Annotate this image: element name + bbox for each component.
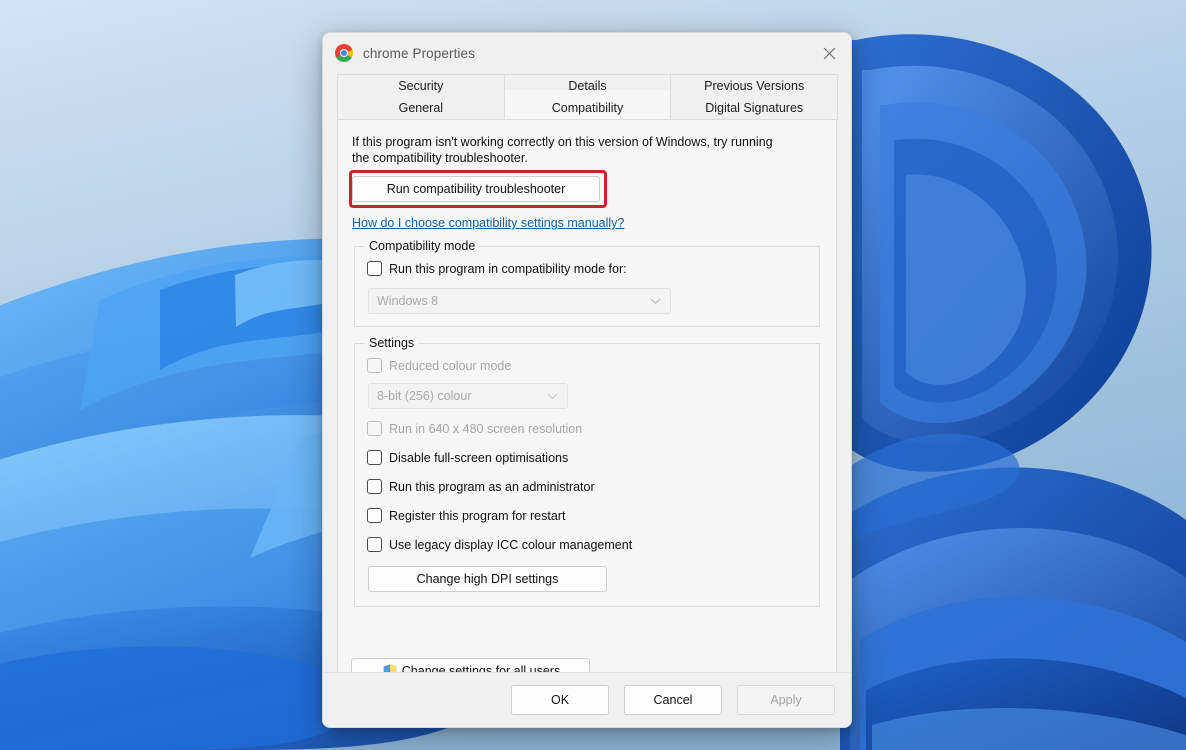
compatibility-mode-legend: Compatibility mode	[364, 239, 481, 253]
chrome-properties-dialog: chrome Properties Security Details Previ…	[322, 32, 852, 728]
run-640x480-checkbox	[367, 421, 382, 436]
dialog-title: chrome Properties	[363, 45, 475, 61]
run-as-admin-label: Run this program as an administrator	[389, 479, 595, 494]
chrome-icon	[335, 44, 353, 62]
chevron-down-icon	[547, 389, 558, 403]
desktop-background: chrome Properties Security Details Previ…	[0, 0, 1186, 750]
tab-digital-signatures[interactable]: Digital Signatures	[670, 97, 839, 120]
change-high-dpi-settings-button[interactable]: Change high DPI settings	[368, 566, 607, 592]
close-icon[interactable]	[807, 33, 851, 73]
compatibility-tab-panel: If this program isn't working correctly …	[337, 120, 837, 680]
register-for-restart-checkbox[interactable]	[367, 508, 382, 523]
intro-text: If this program isn't working correctly …	[352, 135, 773, 165]
legacy-icc-row[interactable]: Use legacy display ICC colour management	[367, 537, 807, 552]
run-640x480-row: Run in 640 x 480 screen resolution	[367, 421, 807, 436]
tab-security[interactable]: Security	[337, 74, 505, 97]
dialog-footer: OK Cancel Apply	[323, 672, 851, 727]
compat-mode-select-value: Windows 8	[377, 294, 439, 308]
cancel-button[interactable]: Cancel	[624, 685, 722, 715]
colour-depth-select: 8-bit (256) colour	[368, 383, 568, 409]
compat-mode-select-row: Windows 8	[367, 288, 807, 314]
register-for-restart-row[interactable]: Register this program for restart	[367, 508, 807, 523]
tab-compatibility[interactable]: Compatibility	[503, 90, 672, 120]
disable-fullscreen-row[interactable]: Disable full-screen optimisations	[367, 450, 807, 465]
compat-mode-checkbox[interactable]	[367, 261, 382, 276]
tab-previous-versions[interactable]: Previous Versions	[670, 74, 839, 97]
tab-general[interactable]: General	[337, 97, 505, 120]
run-640x480-label: Run in 640 x 480 screen resolution	[389, 421, 583, 436]
reduced-colour-mode-checkbox	[367, 358, 382, 373]
troubleshooter-row: Run compatibility troubleshooter	[349, 170, 824, 208]
tab-strip: Security Details Previous Versions Gener…	[337, 74, 839, 120]
reduced-colour-mode-label: Reduced colour mode	[389, 358, 512, 373]
chevron-down-icon	[650, 294, 661, 308]
reduced-colour-mode-row: Reduced colour mode	[367, 358, 807, 373]
tab-row-2: General Compatibility Digital Signatures	[337, 90, 839, 120]
apply-button: Apply	[737, 685, 835, 715]
ok-button[interactable]: OK	[511, 685, 609, 715]
colour-depth-select-value: 8-bit (256) colour	[377, 389, 472, 403]
compatibility-mode-group: Compatibility mode Run this program in c…	[354, 239, 820, 327]
run-as-admin-checkbox[interactable]	[367, 479, 382, 494]
settings-group: Settings Reduced colour mode 8-bit (256)…	[354, 336, 820, 607]
run-as-admin-row[interactable]: Run this program as an administrator	[367, 479, 807, 494]
compatibility-help-link[interactable]: How do I choose compatibility settings m…	[352, 216, 624, 230]
compat-mode-checkbox-row[interactable]: Run this program in compatibility mode f…	[367, 261, 807, 276]
compat-mode-select[interactable]: Windows 8	[368, 288, 671, 314]
run-compatibility-troubleshooter-button[interactable]: Run compatibility troubleshooter	[352, 176, 600, 202]
disable-fullscreen-label: Disable full-screen optimisations	[389, 450, 569, 465]
dialog-titlebar: chrome Properties	[323, 33, 851, 73]
colour-depth-select-row: 8-bit (256) colour	[367, 383, 807, 409]
settings-legend: Settings	[364, 336, 420, 350]
disable-fullscreen-checkbox[interactable]	[367, 450, 382, 465]
compat-mode-checkbox-label: Run this program in compatibility mode f…	[389, 261, 627, 276]
legacy-icc-checkbox[interactable]	[367, 537, 382, 552]
register-for-restart-label: Register this program for restart	[389, 508, 566, 523]
legacy-icc-label: Use legacy display ICC colour management	[389, 537, 633, 552]
